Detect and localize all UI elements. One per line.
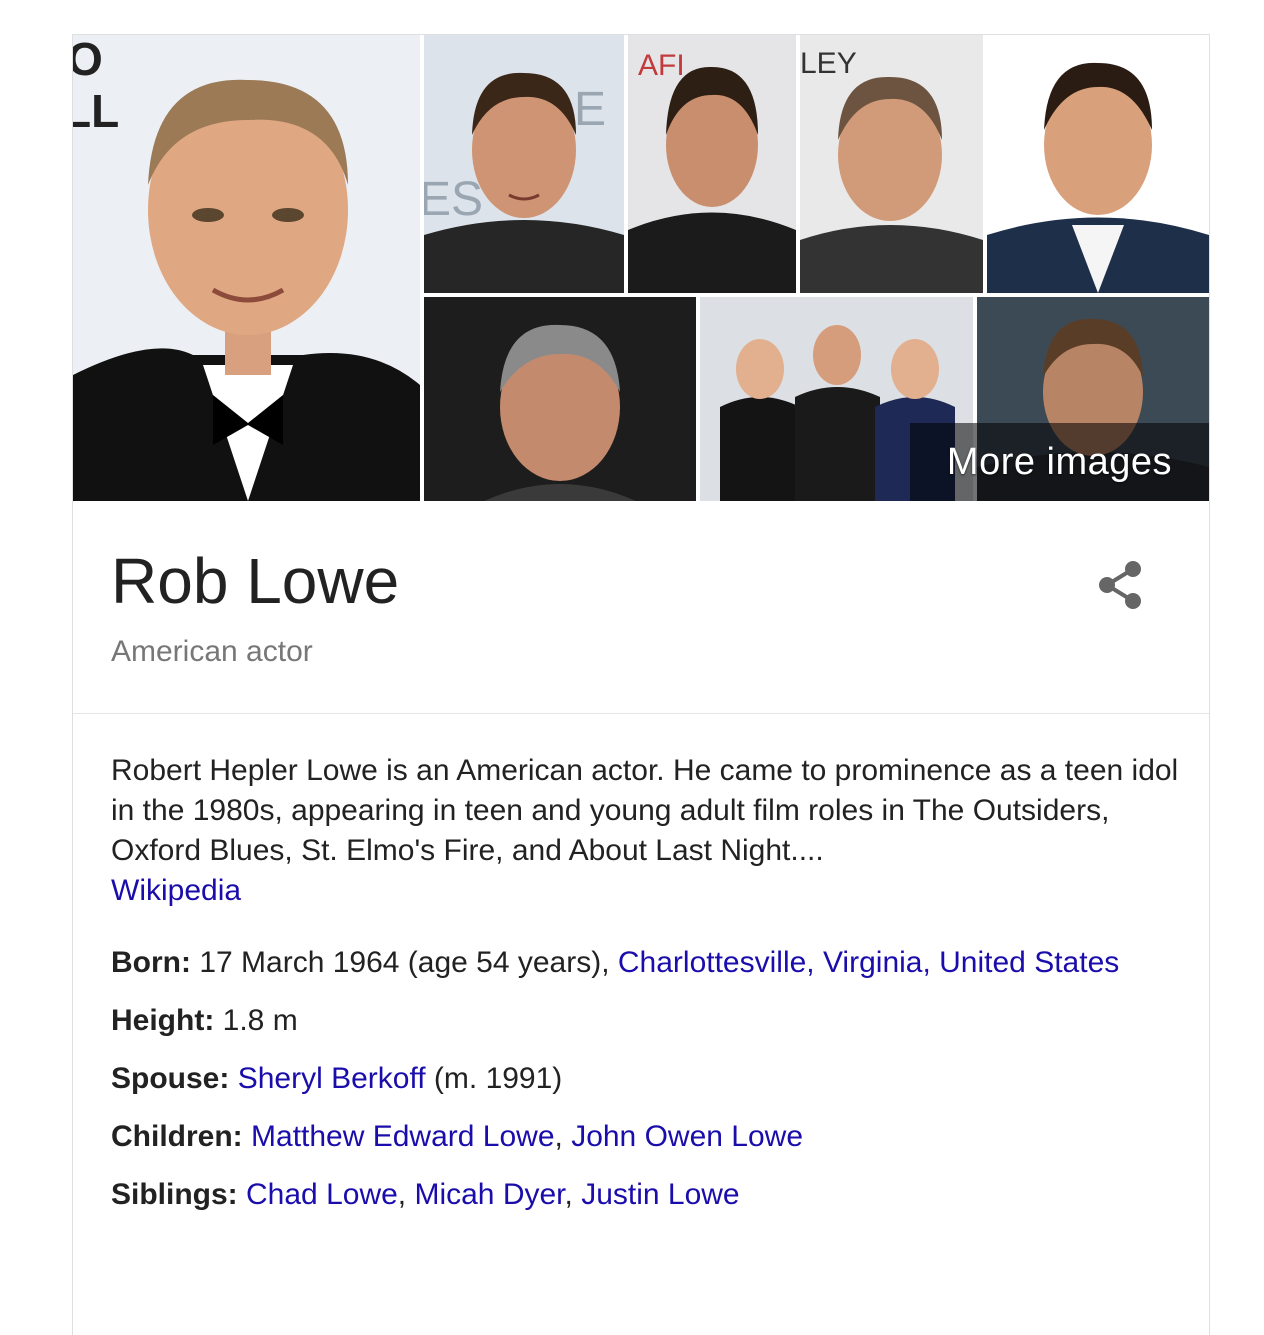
sibling-link[interactable]: Micah Dyer: [414, 1178, 564, 1211]
fact-spouse-suffix: (m. 1991): [425, 1062, 563, 1095]
child-link[interactable]: John Owen Lowe: [571, 1120, 803, 1153]
fact-siblings-label: Siblings:: [111, 1178, 238, 1211]
fact-born-value: 17 March 1964 (age 54 years),: [190, 946, 618, 979]
description-text: Robert Hepler Lowe is an American actor.…: [111, 754, 1179, 867]
fact-born: Born: 17 March 1964 (age 54 years), Char…: [111, 943, 1181, 983]
portrait-image-6[interactable]: [424, 297, 696, 501]
image-grid: O LL E ES AFI LEY More images: [73, 35, 1209, 501]
fact-height: Height: 1.8 m: [111, 1001, 1181, 1041]
description: Robert Hepler Lowe is an American actor.…: [111, 751, 1181, 911]
birthplace-link[interactable]: Charlottesville, Virginia, United States: [618, 946, 1119, 979]
fact-spouse: Spouse: Sheryl Berkoff (m. 1991): [111, 1059, 1181, 1099]
svg-text:LEY: LEY: [800, 47, 857, 80]
separator: ,: [564, 1178, 582, 1211]
portrait-image-5[interactable]: [987, 35, 1209, 293]
sibling-link[interactable]: Chad Lowe: [246, 1178, 398, 1211]
separator: ,: [554, 1120, 572, 1153]
fact-height-value: 1.8 m: [214, 1004, 298, 1037]
fact-spouse-label: Spouse:: [111, 1062, 230, 1095]
entity-title: Rob Lowe: [111, 545, 400, 617]
portrait-image-2[interactable]: E ES: [424, 35, 624, 293]
fact-siblings: Siblings: Chad Lowe, Micah Dyer, Justin …: [111, 1175, 1181, 1215]
main-portrait-image[interactable]: O LL: [73, 35, 420, 501]
portrait-image-4[interactable]: LEY: [800, 35, 983, 293]
fact-born-label: Born:: [111, 946, 191, 979]
share-icon[interactable]: [1093, 557, 1149, 613]
entity-body: Robert Hepler Lowe is an American actor.…: [111, 751, 1181, 1215]
entity-header: Rob Lowe American actor: [73, 501, 1209, 714]
spouse-link[interactable]: Sheryl Berkoff: [238, 1062, 426, 1095]
svg-text:O: O: [73, 35, 103, 85]
portrait-image-3[interactable]: AFI: [628, 35, 796, 293]
fact-height-label: Height:: [111, 1004, 215, 1037]
svg-text:AFI: AFI: [638, 49, 685, 82]
fact-children: Children: Matthew Edward Lowe, John Owen…: [111, 1117, 1181, 1157]
more-images-button[interactable]: More images: [910, 423, 1209, 501]
entity-subtitle: American actor: [111, 635, 313, 668]
svg-text:ES: ES: [424, 173, 483, 226]
child-link[interactable]: Matthew Edward Lowe: [251, 1120, 555, 1153]
wikipedia-link[interactable]: Wikipedia: [111, 874, 241, 907]
svg-text:E: E: [574, 83, 606, 136]
separator: ,: [397, 1178, 415, 1211]
sibling-link[interactable]: Justin Lowe: [581, 1178, 739, 1211]
fact-children-label: Children:: [111, 1120, 243, 1153]
knowledge-panel: O LL E ES AFI LEY More images Rob Lowe A…: [72, 34, 1210, 1335]
svg-text:LL: LL: [73, 85, 119, 137]
